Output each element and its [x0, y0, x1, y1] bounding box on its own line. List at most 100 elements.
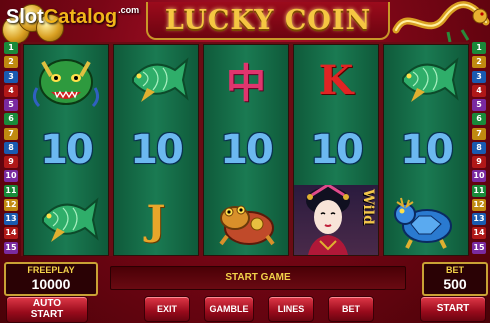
payline-indicator[interactable]: 12: [4, 199, 18, 211]
reel-2-row-3: J: [114, 185, 198, 255]
reel-3-row-1: 中: [204, 45, 288, 115]
symbol-ten: 10: [400, 127, 454, 173]
payline-indicator[interactable]: 14: [472, 227, 486, 239]
payline-indicator[interactable]: 7: [472, 128, 486, 140]
title-banner: LUCKY COIN: [146, 2, 390, 40]
reel-4-row-3: Wild: [294, 185, 378, 255]
watermark-logo: Slot Catalog .com: [6, 5, 140, 32]
watermark-catalog: Catalog: [43, 6, 118, 28]
bet-button[interactable]: BET: [328, 296, 374, 322]
carp-icon: [132, 57, 189, 102]
gamble-button[interactable]: GAMBLE: [204, 296, 254, 322]
reel-2-row-1: [114, 45, 198, 115]
payline-indicator[interactable]: 8: [4, 142, 18, 154]
payline-indicator[interactable]: 13: [472, 213, 486, 225]
exit-label: EXIT: [156, 304, 177, 314]
payline-indicator[interactable]: 2: [4, 56, 18, 68]
payline-indicator[interactable]: 15: [472, 242, 486, 254]
geisha-icon: [306, 185, 350, 255]
exit-button[interactable]: EXIT: [144, 296, 190, 322]
payline-indicator[interactable]: 14: [4, 227, 18, 239]
symbol-ten: 10: [130, 127, 184, 173]
reel-5-row-3: [384, 185, 468, 255]
payline-indicator[interactable]: 4: [472, 85, 486, 97]
symbol-j: J: [146, 196, 166, 244]
payline-indicator[interactable]: 5: [472, 99, 486, 111]
payline-indicator[interactable]: 10: [472, 170, 486, 182]
payline-indicator[interactable]: 9: [472, 156, 486, 168]
reel-1-row-3: [24, 185, 108, 255]
game-title: LUCKY COIN: [164, 4, 372, 36]
reel-1-row-2: 10: [24, 115, 108, 185]
turtle-icon: [394, 197, 452, 249]
bet-meter: BET 500: [422, 262, 488, 296]
wild-symbol: Wild: [294, 185, 378, 255]
paylines-left: 1 2 3 4 5 6 7 8 9 10 11 12 13 14 15: [4, 42, 18, 256]
message-text: START GAME: [225, 272, 291, 283]
payline-indicator[interactable]: 15: [4, 242, 18, 254]
game-frame: Slot Catalog .com LUCKY COIN 1 2 3 4 5 6 7 8 9 10…: [0, 0, 490, 323]
auto-start-label: AUTO START: [30, 298, 64, 320]
carp-icon: [42, 197, 99, 242]
reel-2-row-2: 10: [114, 115, 198, 185]
frog-icon: [219, 205, 275, 246]
symbol-k: K: [318, 56, 354, 104]
reel-3-row-2: 10: [204, 115, 288, 185]
symbol-ten: 10: [220, 127, 274, 173]
payline-indicator[interactable]: 2: [472, 56, 486, 68]
payline-indicator[interactable]: 7: [4, 128, 18, 140]
reel-4-row-2: 10: [294, 115, 378, 185]
payline-indicator[interactable]: 4: [4, 85, 18, 97]
payline-indicator[interactable]: 9: [4, 156, 18, 168]
symbol-ten: 10: [310, 127, 364, 173]
carp-icon: [402, 57, 459, 102]
reel-4: K 10 Wild: [293, 44, 379, 256]
reel-area: 10 10 J 中 10 K 10 Wild 10: [21, 42, 469, 256]
reel-5-row-2: 10: [384, 115, 468, 185]
watermark-slot: Slot: [6, 6, 44, 28]
control-panel: FREEPLAY 10000 START GAME BET 500 AUTO S…: [0, 258, 490, 323]
watermark-com: .com: [118, 5, 140, 15]
payline-indicator[interactable]: 6: [472, 113, 486, 125]
wild-label: Wild: [360, 189, 376, 225]
payline-indicator[interactable]: 1: [4, 42, 18, 54]
payline-indicator[interactable]: 10: [4, 170, 18, 182]
reel-5: 10: [383, 44, 469, 256]
payline-indicator[interactable]: 11: [4, 185, 18, 197]
payline-indicator[interactable]: 11: [472, 185, 486, 197]
freeplay-meter: FREEPLAY 10000: [4, 262, 98, 296]
lines-button[interactable]: LINES: [268, 296, 314, 322]
reel-4-row-1: K: [294, 45, 378, 115]
payline-indicator[interactable]: 13: [4, 213, 18, 225]
lines-label: LINES: [277, 304, 305, 314]
bet-button-label: BET: [342, 304, 360, 314]
bet-label: BET: [446, 265, 464, 275]
gold-dragon-icon: [392, 1, 490, 43]
reel-5-row-1: [384, 45, 468, 115]
dragon-icon: [32, 59, 100, 108]
reel-1-row-1: [24, 45, 108, 115]
reel-2: 10 J: [113, 44, 199, 256]
payline-indicator[interactable]: 12: [472, 199, 486, 211]
payline-indicator[interactable]: 8: [472, 142, 486, 154]
payline-indicator[interactable]: 3: [4, 71, 18, 83]
header: Slot Catalog .com LUCKY COIN: [0, 0, 490, 44]
reel-1: 10: [23, 44, 109, 256]
symbol-ten: 10: [40, 127, 94, 173]
symbol-zhong: 中: [226, 60, 266, 107]
freeplay-label: FREEPLAY: [27, 265, 75, 275]
reel-3-row-3: [204, 185, 288, 255]
start-button[interactable]: START: [420, 296, 486, 322]
payline-indicator[interactable]: 1: [472, 42, 486, 54]
payline-indicator[interactable]: 3: [472, 71, 486, 83]
payline-indicator[interactable]: 5: [4, 99, 18, 111]
gamble-label: GAMBLE: [209, 304, 249, 314]
payline-indicator[interactable]: 6: [4, 113, 18, 125]
auto-start-button[interactable]: AUTO START: [6, 296, 88, 323]
bet-value: 500: [443, 276, 467, 292]
reel-3: 中 10: [203, 44, 289, 256]
start-label: START: [436, 303, 470, 314]
paylines-right: 1 2 3 4 5 6 7 8 9 10 11 12 13 14 15: [472, 42, 486, 256]
freeplay-value: 10000: [31, 276, 71, 292]
message-bar: START GAME: [110, 266, 406, 290]
